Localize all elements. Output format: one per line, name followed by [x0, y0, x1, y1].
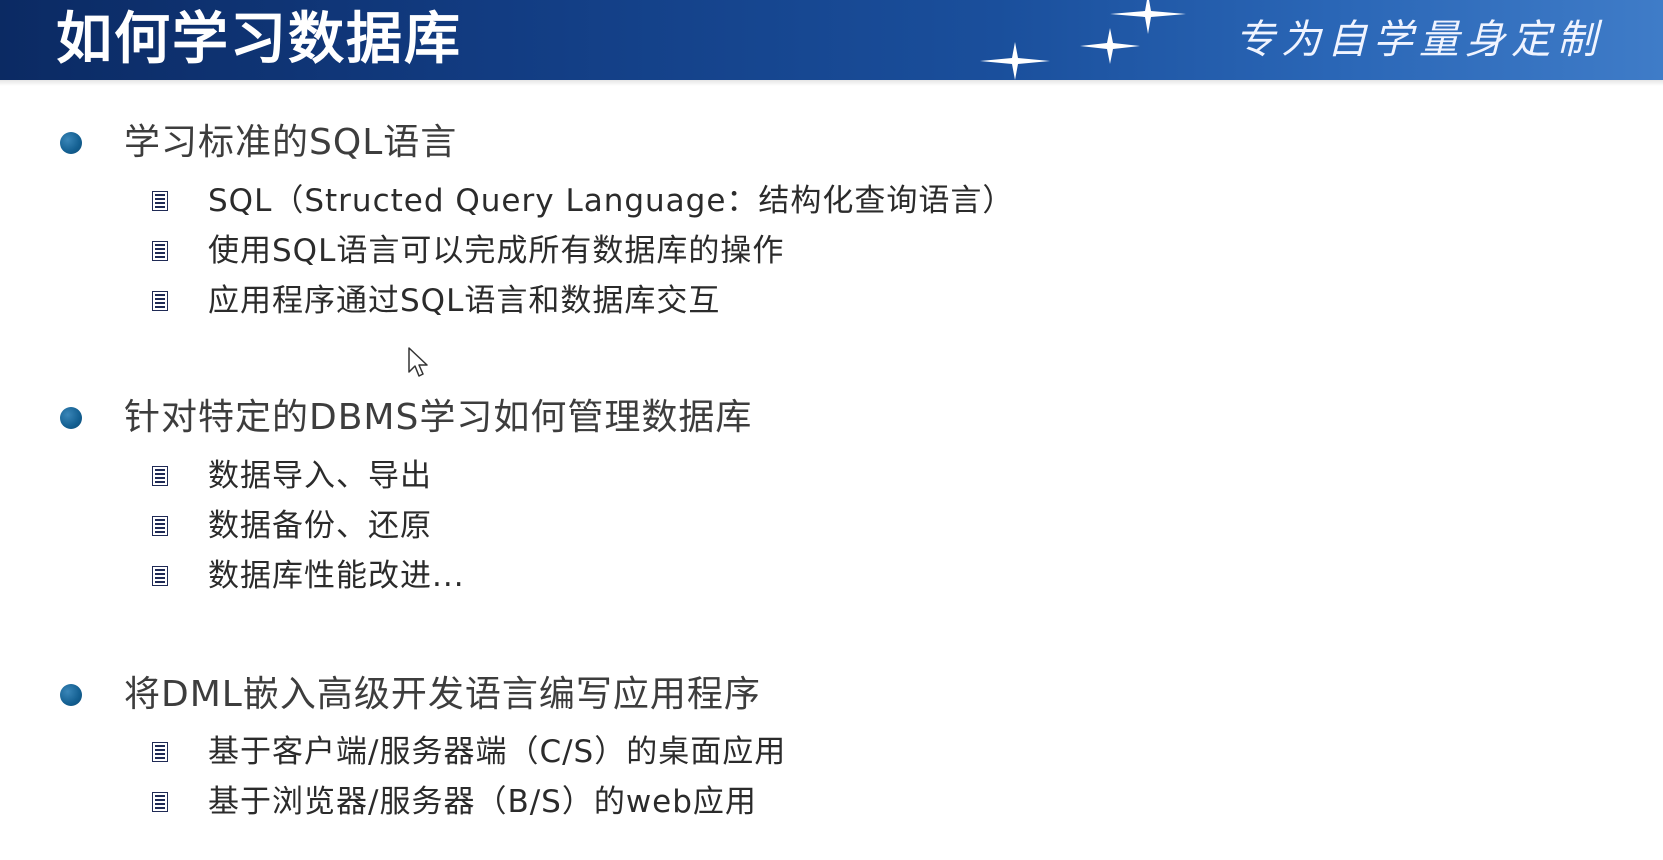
document-list-icon	[152, 516, 168, 536]
mouse-pointer-icon	[408, 347, 428, 377]
list-item: 数据库性能改进...	[208, 558, 465, 594]
document-list-icon	[152, 566, 168, 586]
document-list-icon	[152, 742, 168, 762]
circle-bullet-icon	[60, 407, 82, 429]
list-item: 应用程序通过SQL语言和数据库交互	[208, 283, 721, 319]
circle-bullet-icon	[60, 684, 82, 706]
document-list-icon	[152, 291, 168, 311]
document-list-icon	[152, 241, 168, 261]
document-list-icon	[152, 792, 168, 812]
list-item: 基于浏览器/服务器（B/S）的web应用	[208, 784, 757, 820]
slide: 如何学习数据库 专为自学量身定制 学习标准的SQL语言 SQL（Structed…	[0, 0, 1663, 860]
document-list-icon	[152, 466, 168, 486]
section-title: 针对特定的DBMS学习如何管理数据库	[124, 397, 753, 438]
list-item: 数据导入、导出	[208, 458, 432, 494]
list-item: 数据备份、还原	[208, 508, 432, 544]
list-item: SQL（Structed Query Language：结构化查询语言）	[208, 183, 1015, 219]
document-list-icon	[152, 191, 168, 211]
section-title: 学习标准的SQL语言	[124, 122, 458, 163]
list-item: 基于客户端/服务器端（C/S）的桌面应用	[208, 734, 787, 770]
list-item: 使用SQL语言可以完成所有数据库的操作	[208, 233, 785, 269]
section-title: 将DML嵌入高级开发语言编写应用程序	[124, 674, 761, 715]
circle-bullet-icon	[60, 132, 82, 154]
slide-content: 学习标准的SQL语言 SQL（Structed Query Language：结…	[0, 0, 1663, 860]
